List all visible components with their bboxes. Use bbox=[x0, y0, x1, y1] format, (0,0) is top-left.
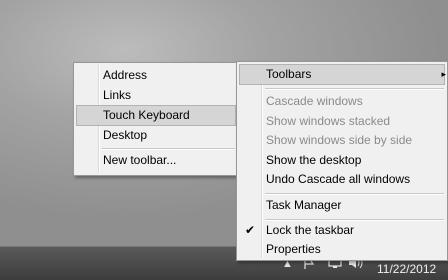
menu-item-undo-cascade[interactable]: Undo Cascade all windows bbox=[237, 169, 447, 190]
menu-item-label: Address bbox=[103, 68, 148, 82]
menu-item-cascade-windows[interactable]: Cascade windows bbox=[237, 91, 447, 112]
menu-item-label: Links bbox=[103, 88, 132, 102]
menu-item-label: Toolbars bbox=[266, 67, 312, 81]
menu-item-properties[interactable]: Properties bbox=[237, 239, 447, 260]
menu-item-label: Show windows side by side bbox=[266, 133, 413, 147]
menu-item-toolbars[interactable]: Toolbars ▸ bbox=[239, 64, 446, 85]
menu-item-links[interactable]: Links bbox=[74, 85, 238, 106]
taskbar-context-menu: Toolbars ▸ Cascade windows Show windows … bbox=[236, 61, 448, 261]
menu-item-show-desktop[interactable]: Show the desktop bbox=[237, 150, 447, 171]
clock-date[interactable]: 11/22/2012 bbox=[377, 262, 436, 276]
menu-item-label: Task Manager bbox=[266, 198, 342, 212]
checkmark-icon: ✔ bbox=[245, 223, 256, 237]
menu-item-label: Undo Cascade all windows bbox=[266, 172, 411, 186]
menu-item-lock-taskbar[interactable]: ✔ Lock the taskbar bbox=[237, 220, 447, 241]
submenu-arrow-icon: ▸ bbox=[441, 69, 446, 79]
menu-item-task-manager[interactable]: Task Manager bbox=[237, 195, 447, 216]
menu-item-label: Show windows stacked bbox=[266, 114, 391, 128]
menu-item-label: Lock the taskbar bbox=[266, 223, 355, 237]
menu-item-label: Cascade windows bbox=[266, 94, 363, 108]
menu-item-touch-keyboard[interactable]: Touch Keyboard bbox=[76, 105, 236, 126]
menu-item-new-toolbar[interactable]: New toolbar... bbox=[74, 150, 238, 171]
menu-item-label: Touch Keyboard bbox=[103, 108, 190, 122]
menu-item-address[interactable]: Address bbox=[74, 65, 238, 86]
toolbars-submenu: Address Links Touch Keyboard Desktop New… bbox=[73, 62, 239, 176]
menu-separator bbox=[265, 88, 444, 90]
menu-item-label: New toolbar... bbox=[103, 153, 177, 167]
menu-item-desktop[interactable]: Desktop bbox=[74, 125, 238, 146]
menu-item-label: Desktop bbox=[103, 128, 148, 142]
menu-item-label: Show the desktop bbox=[266, 153, 362, 167]
menu-item-show-windows-side-by-side[interactable]: Show windows side by side bbox=[237, 130, 447, 151]
menu-item-show-windows-stacked[interactable]: Show windows stacked bbox=[237, 111, 447, 132]
menu-item-label: Properties bbox=[266, 242, 321, 256]
